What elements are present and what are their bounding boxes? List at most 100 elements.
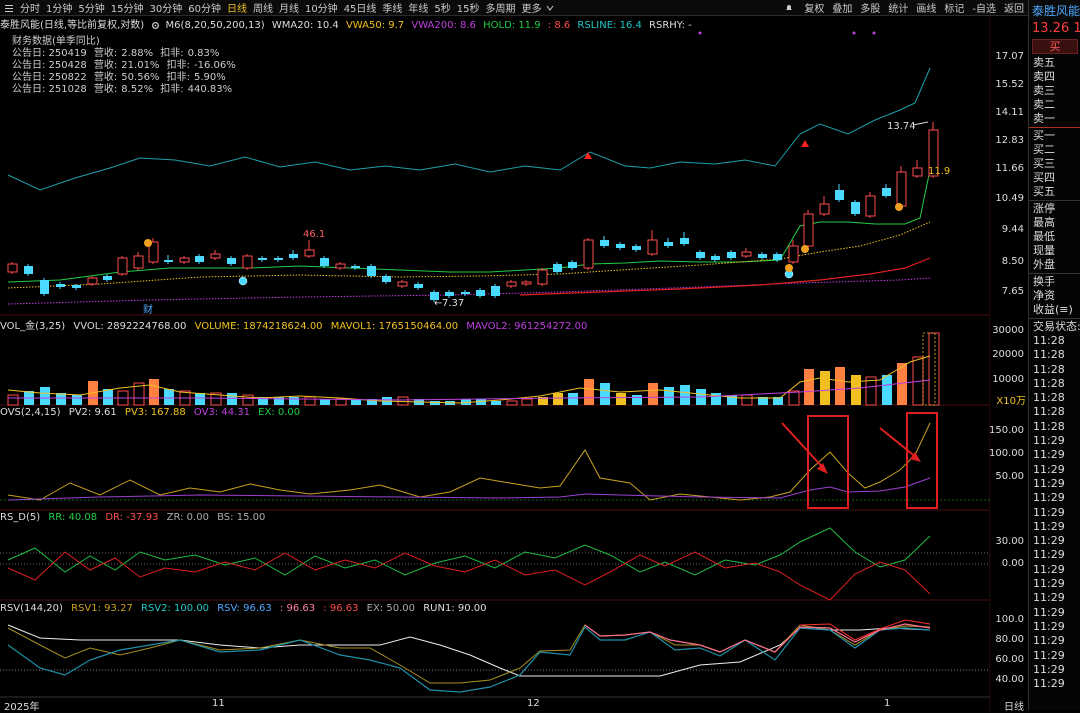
quote-stock-name: 泰胜风能 [1029, 0, 1080, 19]
volume-bar [820, 371, 830, 405]
volume-unit: X10万 [996, 396, 1026, 407]
date-tick: 1 [884, 698, 891, 709]
ovs-tick: 150.00 [989, 425, 1024, 436]
candle [851, 202, 860, 214]
annotation-hold: 11.9 [928, 166, 950, 177]
candle [835, 190, 844, 200]
ovs-indicator-name[interactable]: OVS(2,4,15) [0, 407, 61, 418]
highlight-arrow [879, 427, 918, 459]
tick-time: 11:29 [1033, 662, 1065, 676]
back-button[interactable]: 返回 [1000, 0, 1028, 15]
rsv-extra2-value: : 96.63 [323, 603, 359, 614]
price-panel: 46.1 ← 7.37 13.74 11.9 财 [7, 31, 950, 316]
candle [274, 258, 283, 260]
candle [103, 276, 112, 280]
volume-bar [149, 379, 159, 405]
candle [583, 239, 594, 269]
rr-line [7, 527, 931, 576]
candle [506, 281, 517, 287]
date-tick: 11 [212, 698, 225, 709]
volume-tick: 20000 [992, 349, 1024, 360]
price-tick: 15.52 [995, 79, 1024, 90]
trade-status-label: 交易状态: [1033, 320, 1080, 333]
candle [195, 256, 204, 262]
dot-marker [698, 31, 702, 35]
stat-net-assets: 净资 [1033, 289, 1055, 302]
ovs-panel-header: OVS(2,4,15) PV2: 9.61 PV3: 167.88 OV3: 4… [0, 407, 305, 420]
ovs-tick: 100.00 [989, 448, 1024, 459]
signal-circle-icon [895, 203, 903, 211]
candle [819, 203, 830, 215]
candle [179, 257, 190, 263]
candle [72, 285, 81, 288]
volume-bar [851, 375, 861, 405]
pv2-value: PV2: 9.61 [68, 407, 117, 418]
volume-bar [164, 389, 174, 405]
rsv-tick: 100.0 [995, 614, 1024, 625]
signal-circle-icon [238, 276, 248, 286]
ov3-value: OV3: 44.31 [193, 407, 250, 418]
stat-eps[interactable]: 收益(≡) [1029, 303, 1080, 317]
candle [788, 245, 799, 263]
candle [912, 167, 923, 177]
tick-time: 11:29 [1033, 448, 1065, 462]
tick-time: 11:28 [1033, 334, 1065, 347]
stat-outer: 外盘 [1033, 258, 1055, 271]
volume-bar [7, 394, 19, 406]
tick-time-list: 11:28 11:28 11:28 11:28 11:28 11:28 11:28 11:29… [1029, 334, 1080, 691]
candle [664, 242, 673, 246]
candle [758, 254, 767, 258]
run1-line [7, 624, 931, 677]
tick-time: 11:29 [1033, 677, 1065, 691]
rsv-tick: 80.00 [995, 634, 1024, 645]
tick-time: 11:29 [1033, 505, 1065, 519]
rsv1-line [7, 624, 931, 684]
vol-indicator-name[interactable]: VOL_金(3,25) [0, 321, 65, 332]
tick-time: 11:29 [1033, 634, 1065, 648]
stat-limit-up: 涨停 [1033, 202, 1055, 215]
price-tick: 11.66 [995, 163, 1024, 174]
rsv-panel-header: RSV(144,20) RSV1: 93.27 RSV2: 100.00 RSV… [0, 603, 492, 616]
rsv-tick: 40.00 [995, 674, 1024, 685]
buy-level-4: 买四 [1033, 171, 1055, 184]
candle [351, 266, 360, 268]
candle [7, 263, 18, 273]
volume-bar [741, 394, 753, 406]
signal-circle-icon [785, 264, 793, 272]
candle [537, 269, 548, 285]
tick-time: 11:29 [1033, 548, 1065, 562]
bottom-period-tab[interactable]: 日线 [1004, 698, 1024, 713]
highlight-box [807, 415, 849, 509]
tick-time: 11:29 [1033, 476, 1065, 490]
buy-level-2: 买二 [1033, 143, 1055, 156]
rsd-panel-header: RS_D(5) RR: 40.08 DR: -37.93 ZR: 0.00 BS… [0, 512, 270, 525]
price-tick: 14.11 [995, 107, 1024, 118]
annotation-last-high: 13.74 [887, 121, 916, 132]
tick-time: 11:29 [1033, 434, 1065, 448]
rsv-tick: 60.00 [995, 654, 1024, 665]
candle [882, 188, 891, 196]
rsd-tick: 0.00 [1001, 558, 1024, 569]
annotation-high: 46.1 [303, 229, 325, 240]
tick-time: 11:28 [1033, 391, 1065, 405]
volume-bar [103, 389, 113, 405]
tick-time: 11:29 [1033, 648, 1065, 662]
candle [647, 239, 658, 255]
rsv-indicator-name[interactable]: RSV(144,20) [0, 603, 63, 614]
sell-level-1: 卖一 [1033, 112, 1055, 125]
candle [680, 238, 689, 244]
dr-line [7, 551, 931, 601]
rsd-indicator-name[interactable]: RS_D(5) [0, 512, 40, 523]
buy-button[interactable]: 买 [1032, 39, 1078, 54]
buy-level-3: 买三 [1033, 157, 1055, 170]
quote-price: 13.26 1 [1032, 21, 1080, 36]
sell-level-4: 卖四 [1033, 70, 1055, 83]
stat-turnover: 换手 [1033, 275, 1055, 288]
price-tick: 8.50 [1001, 256, 1024, 267]
vvol-value: VVOL: 2892224768.00 [73, 321, 187, 332]
candle [210, 253, 221, 259]
pv3-value: PV3: 167.88 [124, 407, 186, 418]
tick-time: 11:28 [1033, 405, 1065, 419]
tick-time: 11:29 [1033, 577, 1065, 591]
rsv-extra-value: : 96.63 [279, 603, 316, 614]
